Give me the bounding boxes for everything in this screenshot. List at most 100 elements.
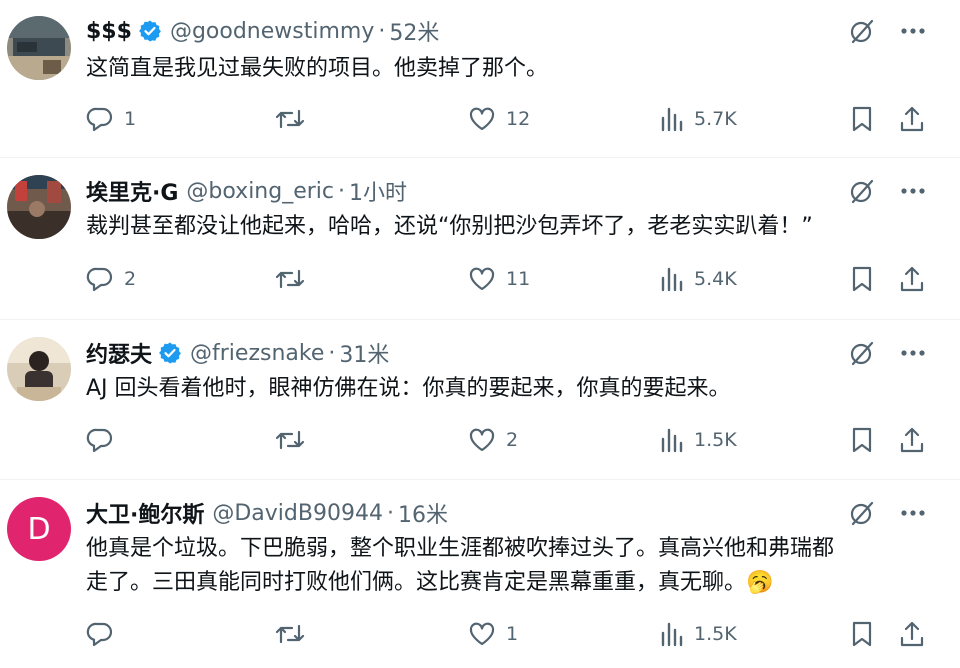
grok-icon[interactable] <box>848 499 876 527</box>
tweet-actions: 2 1.5K <box>86 423 946 457</box>
views-count: 1.5K <box>694 429 737 451</box>
like-button[interactable]: 11 <box>468 262 530 296</box>
bookmark-button[interactable] <box>850 423 874 457</box>
retweet-button[interactable] <box>274 262 316 296</box>
grok-icon[interactable] <box>848 17 876 45</box>
like-count: 1 <box>506 623 519 645</box>
share-button[interactable] <box>898 617 926 651</box>
grok-icon[interactable] <box>848 339 876 367</box>
like-button[interactable]: 12 <box>468 102 530 136</box>
tweet-text: 他真是个垃圾。下巴脆弱，整个职业生涯都被吹捧过头了。真高兴他和弗瑞都 走了。三田… <box>86 532 920 600</box>
reply-button[interactable] <box>86 617 124 651</box>
user-handle[interactable]: @goodnewstimmy <box>170 19 374 44</box>
views-icon <box>660 427 684 453</box>
tweet-actions: 2 11 5.4K <box>86 262 946 296</box>
separator-dot: · <box>386 500 394 526</box>
separator-dot: · <box>328 340 336 366</box>
timestamp[interactable]: 1小时 <box>349 175 407 207</box>
more-icon[interactable] <box>900 27 926 35</box>
reply-icon <box>86 265 114 293</box>
views-icon <box>660 266 684 292</box>
tweet-actions: 1 12 5.7K <box>86 102 946 136</box>
verified-badge-icon <box>158 341 182 365</box>
like-count: 11 <box>506 268 531 290</box>
tweet-header-actions <box>848 176 926 206</box>
retweet-button[interactable] <box>274 423 316 457</box>
views-count: 1.5K <box>694 623 737 645</box>
tweet-text-line: 走了。三田真能同时打败他们俩。这比赛肯定是黑幕重重，真无聊。🥱 <box>86 566 920 600</box>
reply-count: 2 <box>124 268 137 290</box>
tweet[interactable]: 约瑟夫 @friezsnake · 31米 AJ 回头看着他时，眼神仿佛在说：你… <box>0 320 960 480</box>
display-name[interactable]: $$$ <box>86 19 132 44</box>
bookmark-button[interactable] <box>850 102 874 136</box>
grok-icon[interactable] <box>848 177 876 205</box>
user-handle[interactable]: @friezsnake <box>190 341 324 366</box>
more-icon[interactable] <box>900 187 926 195</box>
tweet-header: 大卫·鲍尔斯 @DavidB90944 · 16米 <box>86 497 448 529</box>
user-handle[interactable]: @boxing_eric <box>186 179 334 204</box>
views-button[interactable]: 5.7K <box>660 102 737 136</box>
bookmark-button[interactable] <box>850 617 874 651</box>
like-count: 12 <box>506 108 531 130</box>
tweet-text: 这简直是我见过最失败的项目。他卖掉了那个。 <box>86 56 549 81</box>
retweet-button[interactable] <box>274 617 316 651</box>
reply-button[interactable]: 2 <box>86 262 136 296</box>
display-name[interactable]: 约瑟夫 <box>86 337 152 369</box>
tweet-text: 裁判甚至都没让他起来，哈哈，还说“你别把沙包弄坏了，老老实实趴着！” <box>86 214 813 239</box>
tweet[interactable]: 埃里克·G @boxing_eric · 1小时 裁判甚至都没让他起来，哈哈，还… <box>0 158 960 320</box>
bookmark-icon <box>850 426 874 454</box>
tweet[interactable]: D 大卫·鲍尔斯 @DavidB90944 · 16米 他真是个垃圾。下巴脆弱，… <box>0 480 960 668</box>
timestamp[interactable]: 16米 <box>398 497 448 529</box>
tweet-header-actions <box>848 338 926 368</box>
tweet-header: 约瑟夫 @friezsnake · 31米 <box>86 337 389 369</box>
retweet-icon <box>274 426 306 454</box>
retweet-button[interactable] <box>274 102 316 136</box>
bookmark-icon <box>850 620 874 648</box>
views-button[interactable]: 1.5K <box>660 617 737 651</box>
views-button[interactable]: 5.4K <box>660 262 737 296</box>
more-icon[interactable] <box>900 349 926 357</box>
avatar[interactable]: D <box>7 497 71 561</box>
more-icon[interactable] <box>900 509 926 517</box>
bookmark-icon <box>850 265 874 293</box>
reply-icon <box>86 620 114 648</box>
share-button[interactable] <box>898 262 926 296</box>
tweet[interactable]: $$$ @goodnewstimmy · 52米 这简直是我见过最失败的项目。他… <box>0 0 960 158</box>
tweet-header: 埃里克·G @boxing_eric · 1小时 <box>86 175 407 207</box>
avatar[interactable] <box>7 337 71 401</box>
avatar[interactable] <box>7 175 71 239</box>
separator-dot: · <box>378 18 386 44</box>
reply-icon <box>86 105 114 133</box>
tweet-actions: 1 1.5K <box>86 617 946 651</box>
tweet-header: $$$ @goodnewstimmy · 52米 <box>86 15 439 47</box>
views-button[interactable]: 1.5K <box>660 423 737 457</box>
bookmark-button[interactable] <box>850 262 874 296</box>
tweet-text: AJ 回头看着他时，眼神仿佛在说：你真的要起来，你真的要起来。 <box>86 376 731 401</box>
like-count: 2 <box>506 429 519 451</box>
display-name[interactable]: 埃里克·G <box>86 175 178 207</box>
share-icon <box>898 426 926 454</box>
display-name[interactable]: 大卫·鲍尔斯 <box>86 497 204 529</box>
share-button[interactable] <box>898 102 926 136</box>
tweet-header-actions <box>848 16 926 46</box>
reply-button[interactable]: 1 <box>86 102 136 136</box>
timestamp[interactable]: 52米 <box>389 15 439 47</box>
reply-button[interactable] <box>86 423 124 457</box>
share-button[interactable] <box>898 423 926 457</box>
like-button[interactable]: 1 <box>468 617 518 651</box>
timestamp[interactable]: 31米 <box>339 337 389 369</box>
views-icon <box>660 621 684 647</box>
like-icon <box>468 426 496 454</box>
share-icon <box>898 105 926 133</box>
avatar[interactable] <box>7 16 71 80</box>
views-icon <box>660 106 684 132</box>
reply-count: 1 <box>124 108 137 130</box>
verified-badge-icon <box>138 19 162 43</box>
like-icon <box>468 265 496 293</box>
timeline-feed: $$$ @goodnewstimmy · 52米 这简直是我见过最失败的项目。他… <box>0 0 960 668</box>
views-count: 5.4K <box>694 268 737 290</box>
tweet-header-actions <box>848 498 926 528</box>
bookmark-icon <box>850 105 874 133</box>
user-handle[interactable]: @DavidB90944 <box>212 501 383 526</box>
like-button[interactable]: 2 <box>468 423 518 457</box>
